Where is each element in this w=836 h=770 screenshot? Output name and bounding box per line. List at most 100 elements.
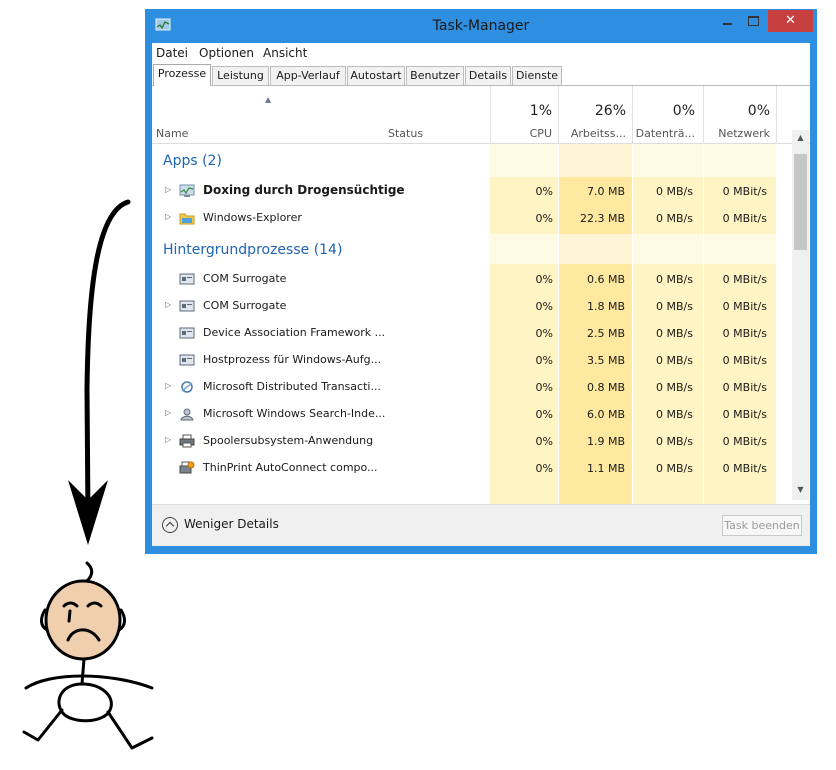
memory-value: 3.5 MB [586,354,625,367]
header-memory-percent[interactable]: 26% [559,103,626,119]
close-button[interactable]: ✕ [768,10,813,32]
window-app-icon [179,327,195,339]
header-network-percent[interactable]: 0% [704,103,770,119]
expand-arrow-icon[interactable]: ▷ [165,185,171,194]
header-name[interactable]: Name [156,127,188,140]
disk-value: 0 MB/s [656,300,693,313]
network-value: 0 MBit/s [722,408,767,421]
column-divider [632,86,633,144]
cpu-value: 0% [535,462,553,475]
expand-arrow-icon[interactable]: ▷ [165,408,171,417]
scroll-up-icon[interactable]: ▲ [792,133,809,142]
cpu-value: 0% [535,185,553,198]
process-name: Doxing durch Drogensüchtige [203,183,405,197]
window-app-icon [179,273,195,285]
cpu-value: 0% [535,327,553,340]
fewer-details-label: Weniger Details [184,517,279,531]
process-row[interactable]: ▷ COM Surrogate 0% 1.8 MB 0 MB/s 0 MBit/… [152,293,792,320]
expand-arrow-icon[interactable]: ▷ [165,300,171,309]
transaction-icon [181,381,193,393]
scroll-down-icon[interactable]: ▼ [792,485,809,494]
cpu-value: 0% [535,273,553,286]
expand-arrow-icon[interactable]: ▷ [165,435,171,444]
network-value: 0 MBit/s [722,435,767,448]
scrollbar-thumb[interactable] [794,154,807,250]
tab-benutzer[interactable]: Benutzer [406,66,464,85]
process-name: Windows-Explorer [203,211,302,224]
title-bar: Task-Manager ✕ [145,9,817,43]
process-row[interactable]: ThinPrint AutoConnect compo... 0% 1.1 MB… [152,455,792,482]
network-value: 0 MBit/s [722,462,767,475]
network-value: 0 MBit/s [722,354,767,367]
vertical-scrollbar[interactable]: ▲ ▼ [792,130,809,500]
process-row[interactable]: COM Surrogate 0% 0.6 MB 0 MB/s 0 MBit/s [152,266,792,293]
memory-value: 0.6 MB [586,273,625,286]
resource-monitor-icon [179,184,195,197]
window-app-icon [179,354,195,366]
tab-autostart[interactable]: Autostart [347,66,405,85]
header-network[interactable]: Netzwerk [704,127,770,140]
menu-datei[interactable]: Datei [156,46,188,60]
thinprint-icon [179,461,195,474]
column-divider [558,86,559,144]
memory-value: 1.9 MB [586,435,625,448]
tab-prozesse[interactable]: Prozesse [153,64,211,86]
header-disk-percent[interactable]: 0% [633,103,695,119]
process-name: COM Surrogate [203,299,287,312]
disk-value: 0 MB/s [656,435,693,448]
menu-ansicht[interactable]: Ansicht [263,46,307,60]
end-task-button[interactable]: Task beenden [722,515,802,536]
network-value: 0 MBit/s [722,212,767,225]
printer-icon [179,434,195,448]
disk-value: 0 MB/s [656,185,693,198]
memory-value: 2.5 MB [586,327,625,340]
client-area: Datei Optionen Ansicht Prozesse Leistung… [152,43,810,546]
header-memory[interactable]: Arbeitss... [559,127,626,140]
tab-dienste[interactable]: Dienste [512,66,562,85]
group-background-processes[interactable]: Hintergrundprozesse (14) [163,242,342,258]
search-indexer-icon [180,408,194,421]
network-value: 0 MBit/s [722,273,767,286]
disk-value: 0 MB/s [656,462,693,475]
maximize-button[interactable] [741,10,767,32]
disk-value: 0 MB/s [656,327,693,340]
process-row[interactable]: ▷ Doxing durch Drogensüchtige 0% 7.0 MB … [152,178,792,205]
cpu-value: 0% [535,212,553,225]
window-app-icon [179,300,195,312]
process-row[interactable]: ▷ Windows-Explorer 0% 22.3 MB 0 MB/s 0 M… [152,205,792,232]
network-value: 0 MBit/s [722,327,767,340]
header-cpu[interactable]: CPU [490,127,552,140]
header-disk[interactable]: Datenträ... [633,127,695,140]
network-value: 0 MBit/s [722,300,767,313]
process-row[interactable]: ▷ Microsoft Windows Search-Inde... 0% 6.… [152,401,792,428]
tab-details[interactable]: Details [465,66,511,85]
network-value: 0 MBit/s [722,185,767,198]
minimize-button[interactable] [715,10,741,32]
folder-icon [179,213,195,225]
tab-strip: Prozesse Leistung App-Verlauf Autostart … [152,64,810,86]
process-row[interactable]: ▷ Microsoft Distributed Transacti... 0% … [152,374,792,401]
sort-up-icon: ▲ [265,95,272,104]
menu-optionen[interactable]: Optionen [199,46,254,60]
memory-value: 6.0 MB [586,408,625,421]
cpu-value: 0% [535,408,553,421]
process-name: Microsoft Windows Search-Inde... [203,407,386,420]
cpu-value: 0% [535,381,553,394]
header-status[interactable]: Status [388,127,423,140]
process-row[interactable]: Device Association Framework ... 0% 2.5 … [152,320,792,347]
expand-arrow-icon[interactable]: ▷ [165,212,171,221]
tab-leistung[interactable]: Leistung [212,66,269,85]
memory-value: 1.1 MB [586,462,625,475]
header-cpu-percent[interactable]: 1% [490,103,552,119]
group-apps[interactable]: Apps (2) [163,153,222,169]
footer-bar: Weniger Details Task beenden [152,504,810,546]
process-row[interactable]: Hostprozess für Windows-Aufg... 0% 3.5 M… [152,347,792,374]
process-name: Hostprozess für Windows-Aufg... [203,353,382,366]
expand-arrow-icon[interactable]: ▷ [165,381,171,390]
memory-value: 1.8 MB [586,300,625,313]
process-row[interactable]: ▷ Spoolersubsystem-Anwendung 0% 1.9 MB 0… [152,428,792,455]
tab-app-verlauf[interactable]: App-Verlauf [270,66,346,85]
column-divider [703,86,704,144]
memory-value: 22.3 MB [579,212,625,225]
cpu-value: 0% [535,354,553,367]
